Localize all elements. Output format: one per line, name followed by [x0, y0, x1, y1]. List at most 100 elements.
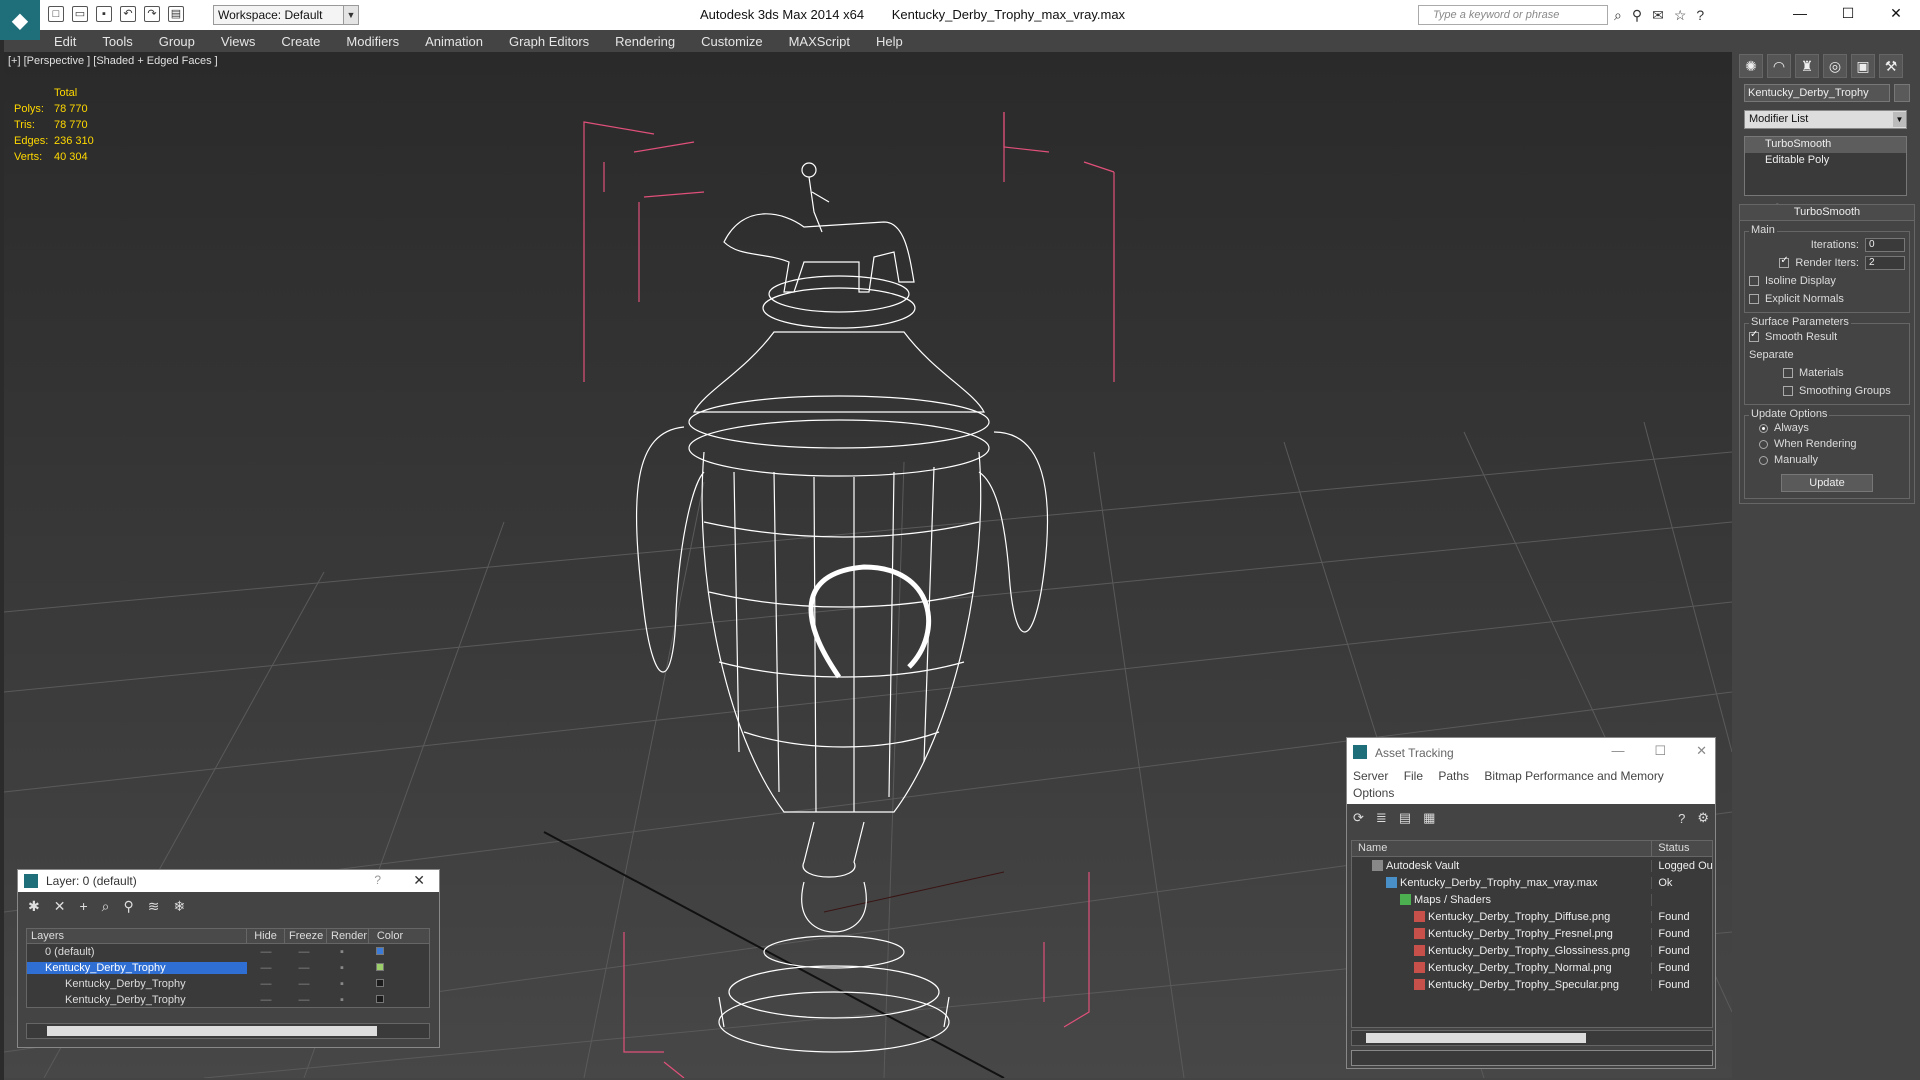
materials-checkbox[interactable] — [1783, 368, 1793, 378]
table-row[interactable]: Kentucky_Derby_Trophy — — ▪ — [27, 976, 429, 992]
chevron-down-icon[interactable]: ▼ — [343, 5, 359, 25]
utilities-tab-icon[interactable]: ⚒ — [1879, 54, 1903, 78]
table-row[interactable]: Kentucky_Derby_Trophy_Diffuse.png Found — [1352, 908, 1712, 925]
redo-icon[interactable]: ↷ — [144, 6, 160, 22]
stack-item-turbosmooth[interactable]: TurboSmooth — [1745, 137, 1906, 153]
close-icon[interactable]: ✕ — [1872, 0, 1920, 26]
workspace-dropdown[interactable]: Workspace: Default — [213, 5, 353, 25]
menu-file[interactable]: File — [1404, 769, 1423, 783]
communication-icon[interactable]: ✉ — [1652, 7, 1664, 24]
create-layer-icon[interactable]: ✱ — [28, 898, 40, 915]
menu-maxscript[interactable]: MAXScript — [789, 34, 850, 49]
smooth-result-checkbox[interactable] — [1749, 329, 1759, 342]
hierarchy-tab-icon[interactable]: ♜ — [1795, 54, 1819, 78]
menu-create[interactable]: Create — [281, 34, 320, 49]
column-header[interactable]: Color — [369, 929, 411, 943]
undo-icon[interactable]: ↶ — [120, 6, 136, 22]
asset-window-titlebar[interactable]: Asset Tracking — ☐ ✕ — [1347, 738, 1715, 766]
column-header[interactable]: Layers — [27, 929, 247, 943]
layer-window-titlebar[interactable]: Layer: 0 (default) ? ✕ — [18, 870, 439, 892]
hide-toggle[interactable]: — — [247, 978, 285, 990]
modifier-list-dropdown[interactable]: Modifier List — [1744, 110, 1907, 129]
freeze-toggle[interactable]: — — [285, 978, 323, 990]
menu-server[interactable]: Server — [1353, 769, 1388, 783]
horizontal-scrollbar[interactable] — [1351, 1030, 1713, 1046]
table-row[interactable]: Kentucky_Derby_Trophy — — ▪ — [27, 992, 429, 1008]
table-row[interactable]: Kentucky_Derby_Trophy_Glossiness.png Foun… — [1352, 942, 1712, 959]
new-file-icon[interactable]: □ — [48, 6, 64, 22]
column-header[interactable]: Render — [327, 929, 369, 943]
open-file-icon[interactable]: ▭ — [72, 6, 88, 22]
render-iters-spinner[interactable]: 2 — [1865, 256, 1905, 270]
table-row[interactable]: Kentucky_Derby_Trophy_max_vray.max Ok — [1352, 874, 1712, 891]
settings-icon[interactable]: ⚙ — [1697, 810, 1709, 826]
list-view-icon[interactable]: ≣ — [1376, 810, 1387, 826]
hide-toggle[interactable]: — — [247, 946, 285, 958]
search-input[interactable]: Type a keyword or phrase — [1418, 5, 1608, 25]
layer-color[interactable] — [361, 962, 399, 974]
help-icon[interactable]: ? — [1678, 811, 1685, 826]
smoothing-groups-checkbox[interactable] — [1783, 386, 1793, 396]
table-row[interactable]: Autodesk Vault Logged Out — [1352, 857, 1712, 874]
table-row[interactable]: Kentucky_Derby_Trophy_Specular.png Found — [1352, 976, 1712, 993]
object-name-field[interactable]: Kentucky_Derby_Trophy — [1744, 84, 1890, 102]
hide-toggle[interactable]: — — [247, 994, 285, 1006]
hide-layers-icon[interactable]: ≋ — [148, 898, 160, 915]
column-header[interactable]: Hide — [247, 929, 285, 943]
table-row[interactable]: Maps / Shaders — [1352, 891, 1712, 908]
close-icon[interactable]: ✕ — [1696, 743, 1707, 759]
render-toggle[interactable]: ▪ — [323, 962, 361, 974]
help-icon[interactable]: ? — [374, 873, 381, 887]
table-view-icon[interactable]: ▦ — [1423, 810, 1435, 826]
layer-color[interactable] — [361, 946, 399, 958]
motion-tab-icon[interactable]: ◎ — [1823, 54, 1847, 78]
horizontal-scrollbar[interactable] — [26, 1023, 430, 1039]
minimize-icon[interactable]: — — [1776, 0, 1824, 26]
render-iters-checkbox[interactable] — [1779, 255, 1790, 268]
close-icon[interactable]: ✕ — [413, 872, 425, 889]
viewport-label[interactable]: [+] [Perspective ] [Shaded + Edged Faces… — [8, 55, 218, 67]
menu-options[interactable]: Options — [1353, 786, 1394, 800]
hide-toggle[interactable]: — — [247, 962, 285, 974]
when-rendering-radio[interactable] — [1759, 439, 1768, 449]
thumbnail-view-icon[interactable]: ▤ — [1399, 810, 1411, 826]
favorites-star-icon[interactable]: ☆ — [1674, 7, 1687, 24]
menu-modifiers[interactable]: Modifiers — [346, 34, 399, 49]
column-header[interactable]: Status — [1652, 841, 1712, 856]
table-row[interactable]: Kentucky_Derby_Trophy_Normal.png Found — [1352, 959, 1712, 976]
update-button[interactable]: Update — [1781, 474, 1873, 492]
select-objects-icon[interactable]: ⌕ — [102, 898, 110, 915]
menu-animation[interactable]: Animation — [425, 34, 483, 49]
menu-tools[interactable]: Tools — [102, 34, 132, 49]
refresh-icon[interactable]: ⟳ — [1353, 810, 1364, 826]
subscription-icon[interactable]: ⚲ — [1632, 7, 1642, 24]
isoline-checkbox[interactable] — [1749, 276, 1759, 286]
layer-color[interactable] — [361, 994, 399, 1006]
table-row[interactable]: 0 (default) — — ▪ — [27, 944, 429, 960]
menu-customize[interactable]: Customize — [701, 34, 762, 49]
menu-edit[interactable]: Edit — [54, 34, 76, 49]
binoculars-icon[interactable]: ⌕ — [1614, 7, 1622, 24]
freeze-layers-icon[interactable]: ❄ — [174, 898, 186, 915]
stack-item-editable-poly[interactable]: Editable Poly — [1745, 153, 1906, 169]
menu-paths[interactable]: Paths — [1438, 769, 1469, 783]
maximize-icon[interactable]: ☐ — [1824, 0, 1872, 26]
freeze-toggle[interactable]: — — [285, 946, 323, 958]
layer-color[interactable] — [361, 978, 399, 990]
render-toggle[interactable]: ▪ — [323, 994, 361, 1006]
object-color-swatch[interactable] — [1894, 84, 1910, 102]
rollout-title[interactable]: TurboSmooth — [1740, 205, 1914, 221]
always-radio[interactable] — [1759, 423, 1768, 433]
column-header[interactable]: Name — [1352, 841, 1653, 856]
manually-radio[interactable] — [1759, 455, 1768, 465]
add-to-layer-icon[interactable]: + — [79, 898, 87, 915]
save-icon[interactable]: ▪ — [96, 6, 112, 22]
menu-graph-editors[interactable]: Graph Editors — [509, 34, 589, 49]
menu-rendering[interactable]: Rendering — [615, 34, 675, 49]
maximize-icon[interactable]: ☐ — [1654, 743, 1666, 759]
freeze-toggle[interactable]: — — [285, 994, 323, 1006]
render-toggle[interactable]: ▪ — [323, 946, 361, 958]
display-tab-icon[interactable]: ▣ — [1851, 54, 1875, 78]
explicit-normals-checkbox[interactable] — [1749, 294, 1759, 304]
delete-layer-icon[interactable]: ✕ — [54, 898, 66, 915]
